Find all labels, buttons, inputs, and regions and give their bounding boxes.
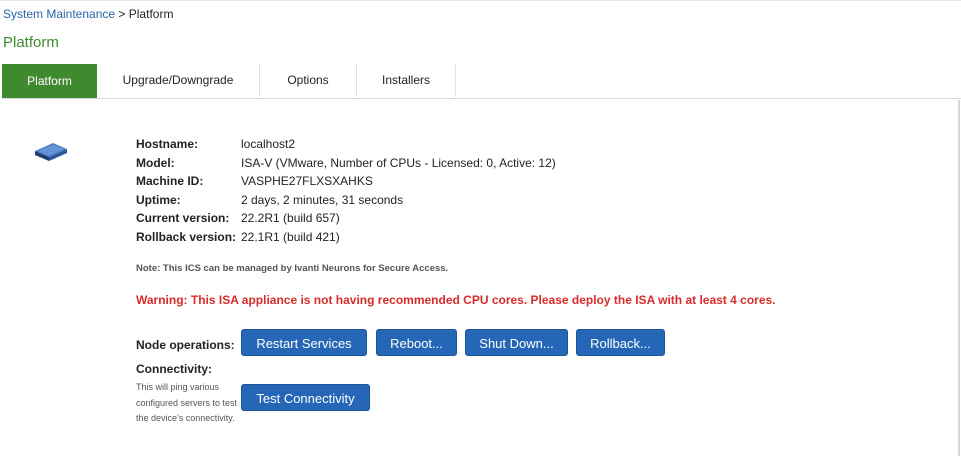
reboot-button[interactable]: Reboot... [376,329,457,356]
tab-installers[interactable]: Installers [357,64,456,97]
test-connectivity-button[interactable]: Test Connectivity [241,384,370,411]
neurons-note: Note: This ICS can be managed by Ivanti … [136,263,449,274]
machine-id-value: VASPHE27FLXSXAHKS [241,174,373,188]
rollback-version-value: 22.1R1 (build 421) [241,229,340,244]
cpu-warning: Warning: This ISA appliance is not havin… [136,293,776,307]
breadcrumb-current: Platform [128,7,174,21]
uptime-label: Uptime: [136,192,181,207]
top-divider [0,0,961,1]
tab-options[interactable]: Options [260,64,357,97]
breadcrumb: System Maintenance > Platform [3,7,173,21]
page-title: Platform [3,34,59,51]
hostname-label: Hostname: [136,137,199,151]
machine-id-label: Machine ID: [136,174,204,188]
restart-services-button[interactable]: Restart Services [241,329,367,356]
panel-right-border [958,100,960,456]
breadcrumb-link-system-maintenance[interactable]: System Maintenance [3,7,115,21]
node-operations-label: Node operations: [136,338,235,352]
tab-bar: Platform Upgrade/Downgrade Options Insta… [2,64,961,99]
rollback-version-label: Rollback version: [136,229,237,244]
current-version-label: Current version: [136,211,230,225]
tab-platform[interactable]: Platform [2,64,97,98]
model-label: Model: [136,155,175,170]
breadcrumb-separator: > [118,7,126,21]
current-version-value: 22.2R1 (build 657) [241,211,340,225]
tab-upgrade-downgrade[interactable]: Upgrade/Downgrade [97,64,260,97]
hostname-value: localhost2 [241,137,296,151]
shut-down-button[interactable]: Shut Down... [465,329,568,356]
server-appliance-icon [35,143,67,161]
model-value: ISA-V (VMware, Number of CPUs - Licensed… [241,155,556,170]
connectivity-title: Connectivity: [136,362,213,376]
uptime-value: 2 days, 2 minutes, 31 seconds [241,192,404,207]
rollback-button[interactable]: Rollback... [576,329,665,356]
connectivity-description: This will ping various configured server… [136,382,238,423]
